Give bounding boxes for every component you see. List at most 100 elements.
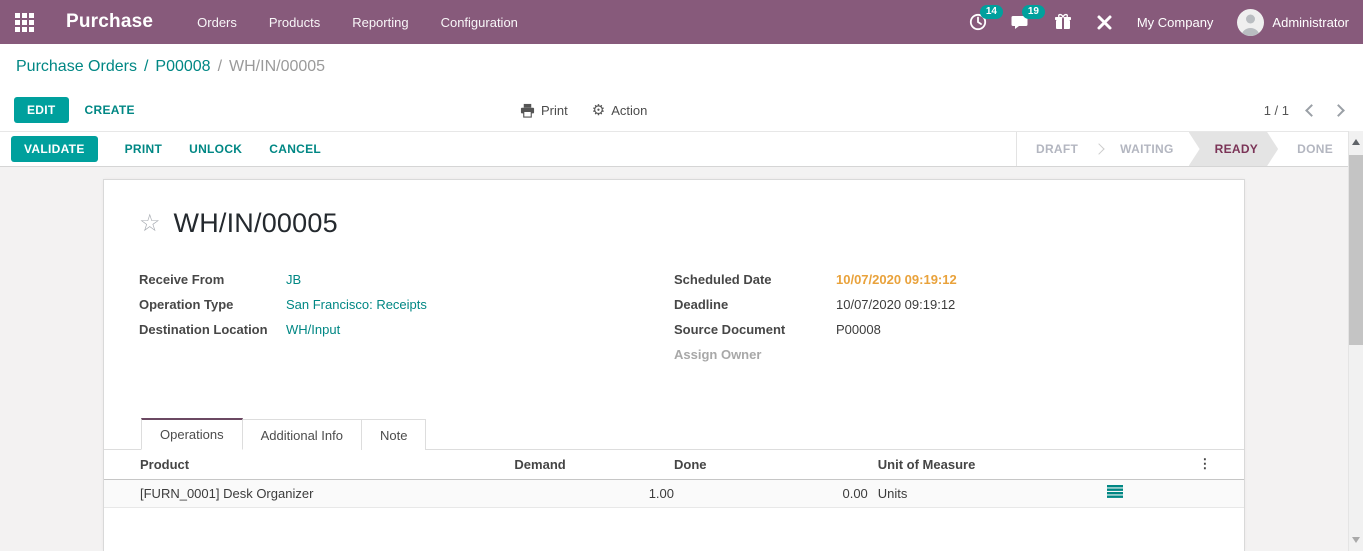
user-name: Administrator bbox=[1272, 15, 1349, 30]
chevron-right-icon bbox=[1094, 143, 1105, 154]
header-uom: Unit of Measure bbox=[868, 450, 1107, 479]
ellipsis-vertical-icon: ⋮ bbox=[1198, 456, 1211, 471]
field-assign-owner: Assign Owner bbox=[674, 347, 1209, 363]
field-label: Source Document bbox=[674, 322, 836, 338]
pager-value: 1 / 1 bbox=[1264, 103, 1289, 118]
nav-item-products[interactable]: Products bbox=[269, 15, 320, 30]
tab-note[interactable]: Note bbox=[362, 419, 426, 450]
form-sheet: ☆ WH/IN/00005 Receive From JB Operation … bbox=[103, 179, 1245, 551]
triangle-down-icon bbox=[1352, 537, 1360, 543]
breadcrumb-current: WH/IN/00005 bbox=[229, 58, 325, 76]
field-scheduled-date: Scheduled Date 10/07/2020 09:19:12 bbox=[674, 272, 1209, 288]
field-label: Destination Location bbox=[139, 322, 286, 338]
cancel-button[interactable]: CANCEL bbox=[269, 142, 321, 156]
messages-menu-button[interactable]: 19 bbox=[1011, 13, 1030, 31]
cell-uom: Units bbox=[868, 479, 1107, 507]
status-draft[interactable]: DRAFT bbox=[1021, 132, 1093, 166]
grid-icon bbox=[15, 13, 34, 32]
status-ready[interactable]: READY bbox=[1189, 132, 1279, 166]
tab-operations[interactable]: Operations bbox=[141, 418, 243, 450]
favorite-star-icon[interactable]: ☆ bbox=[139, 212, 161, 236]
tools-button[interactable] bbox=[1096, 14, 1113, 31]
status-waiting[interactable]: WAITING bbox=[1105, 132, 1188, 166]
activity-badge: 14 bbox=[980, 5, 1003, 19]
title-row: ☆ WH/IN/00005 bbox=[139, 208, 1209, 239]
field-value-link[interactable]: JB bbox=[286, 272, 301, 288]
pager-next-icon[interactable] bbox=[1332, 104, 1345, 117]
field-label: Scheduled Date bbox=[674, 272, 836, 288]
action-group: Print ⚙ Action bbox=[520, 101, 647, 119]
header-demand: Demand bbox=[514, 450, 674, 479]
validate-button[interactable]: VALIDATE bbox=[11, 136, 98, 162]
nav-item-orders[interactable]: Orders bbox=[197, 15, 237, 30]
print-label: Print bbox=[541, 103, 568, 118]
print-button[interactable]: PRINT bbox=[125, 142, 163, 156]
action-label: Action bbox=[611, 103, 647, 118]
company-switcher[interactable]: My Company bbox=[1137, 15, 1214, 30]
field-groups: Receive From JB Operation Type San Franc… bbox=[139, 272, 1209, 372]
content-area: ☆ WH/IN/00005 Receive From JB Operation … bbox=[0, 167, 1363, 551]
optional-columns-toggle[interactable]: ⋮ bbox=[1198, 450, 1244, 479]
apps-menu-icon[interactable] bbox=[0, 13, 48, 32]
table-header-row: Product Demand Done Unit of Measure ⋮ bbox=[104, 450, 1244, 479]
vertical-scrollbar[interactable] bbox=[1348, 131, 1363, 551]
field-label: Receive From bbox=[139, 272, 286, 288]
nav-item-configuration[interactable]: Configuration bbox=[441, 15, 518, 30]
gift-icon bbox=[1054, 13, 1072, 31]
document-title: WH/IN/00005 bbox=[174, 208, 338, 239]
person-icon bbox=[1237, 9, 1264, 36]
cell-detailed-operations bbox=[1107, 479, 1198, 507]
nav-menu: Orders Products Reporting Configuration bbox=[197, 15, 518, 30]
field-receive-from: Receive From JB bbox=[139, 272, 674, 288]
pager-previous-icon[interactable] bbox=[1305, 104, 1318, 117]
cell-done: 0.00 bbox=[674, 479, 868, 507]
gift-button[interactable] bbox=[1054, 13, 1072, 31]
field-group-right: Scheduled Date 10/07/2020 09:19:12 Deadl… bbox=[674, 272, 1209, 372]
edit-button[interactable]: EDIT bbox=[14, 97, 69, 123]
print-menu-button[interactable]: Print bbox=[520, 103, 568, 118]
user-menu[interactable]: Administrator bbox=[1237, 9, 1349, 36]
breadcrumb-purchase-orders[interactable]: Purchase Orders bbox=[16, 58, 137, 76]
statusbar: VALIDATE PRINT UNLOCK CANCEL DRAFT WAITI… bbox=[0, 131, 1348, 167]
unlock-button[interactable]: UNLOCK bbox=[189, 142, 242, 156]
header-done: Done bbox=[674, 450, 868, 479]
cell-product: [FURN_0001] Desk Organizer bbox=[104, 479, 514, 507]
cell-demand: 1.00 bbox=[514, 479, 674, 507]
table-row[interactable]: [FURN_0001] Desk Organizer 1.00 0.00 Uni… bbox=[104, 479, 1244, 507]
app-title[interactable]: Purchase bbox=[66, 11, 153, 33]
gear-icon: ⚙ bbox=[592, 101, 605, 119]
field-value: P00008 bbox=[836, 322, 881, 338]
control-panel: EDIT CREATE Print ⚙ Action 1 / 1 bbox=[0, 89, 1363, 131]
scroll-up-button[interactable] bbox=[1349, 131, 1363, 153]
notebook-tabs: Operations Additional Info Note bbox=[104, 417, 1244, 450]
tools-icon bbox=[1096, 14, 1113, 31]
detailed-operations-icon[interactable] bbox=[1107, 485, 1123, 501]
breadcrumb: Purchase Orders / P00008 / WH/IN/00005 bbox=[0, 44, 1363, 89]
operations-table: Product Demand Done Unit of Measure ⋮ [F… bbox=[104, 450, 1244, 508]
scroll-down-button[interactable] bbox=[1349, 529, 1363, 551]
triangle-up-icon bbox=[1352, 139, 1360, 145]
avatar bbox=[1237, 9, 1264, 36]
header-product: Product bbox=[104, 450, 514, 479]
breadcrumb-p00008[interactable]: P00008 bbox=[155, 58, 210, 76]
status-pipeline: DRAFT WAITING READY DONE bbox=[1016, 132, 1348, 166]
activity-menu-button[interactable]: 14 bbox=[969, 13, 987, 31]
field-label: Assign Owner bbox=[674, 347, 836, 363]
breadcrumb-separator: / bbox=[218, 58, 222, 76]
nav-right-group: 14 19 My Company bbox=[969, 9, 1349, 36]
top-navbar: Purchase Orders Products Reporting Confi… bbox=[0, 0, 1363, 44]
field-group-left: Receive From JB Operation Type San Franc… bbox=[139, 272, 674, 372]
status-done[interactable]: DONE bbox=[1282, 132, 1348, 166]
pager: 1 / 1 bbox=[1264, 103, 1349, 118]
field-value: 10/07/2020 09:19:12 bbox=[836, 297, 955, 313]
cell-spacer bbox=[1198, 479, 1244, 507]
tab-additional-info[interactable]: Additional Info bbox=[243, 419, 362, 450]
field-value-warning: 10/07/2020 09:19:12 bbox=[836, 272, 957, 288]
field-source-document: Source Document P00008 bbox=[674, 322, 1209, 338]
nav-item-reporting[interactable]: Reporting bbox=[352, 15, 408, 30]
field-value-link[interactable]: WH/Input bbox=[286, 322, 340, 338]
scrollbar-thumb[interactable] bbox=[1349, 155, 1363, 345]
action-menu-button[interactable]: ⚙ Action bbox=[592, 101, 648, 119]
field-value-link[interactable]: San Francisco: Receipts bbox=[286, 297, 427, 313]
create-button[interactable]: CREATE bbox=[85, 103, 135, 117]
